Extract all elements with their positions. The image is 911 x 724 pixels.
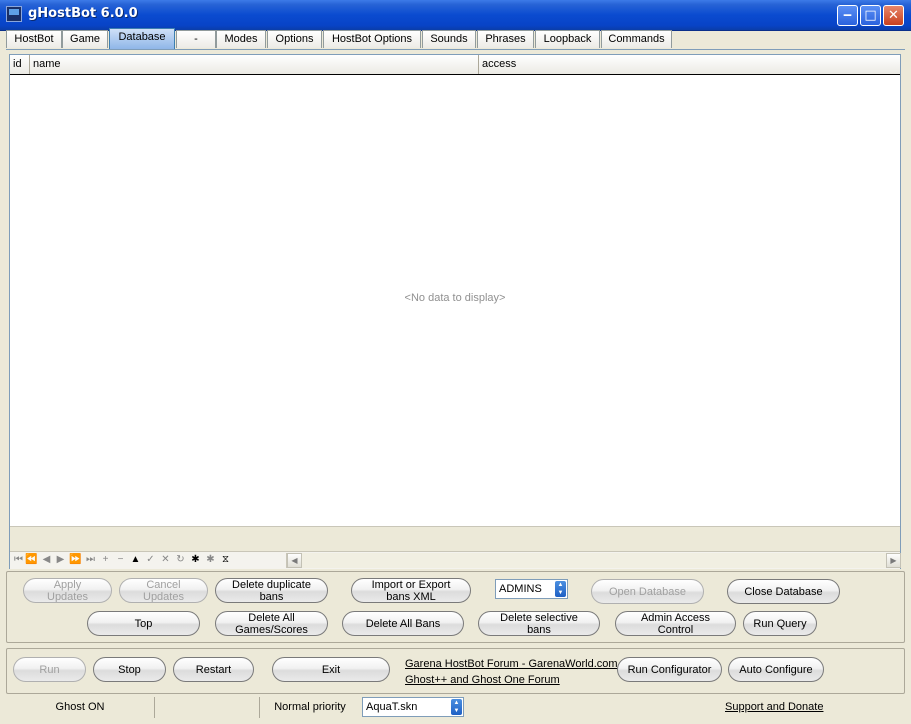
nav-edit-icon[interactable]: ▲	[129, 553, 142, 567]
status-bar: Ghost ON Normal priority AquaT.skn ▲ ▼ Su…	[6, 697, 905, 719]
tab-hostbot-options[interactable]: HostBot Options	[323, 30, 421, 48]
delete-duplicate-bans-button[interactable]: Delete duplicate bans	[215, 578, 328, 603]
nav-goto-bookmark-icon[interactable]: ✱	[204, 553, 217, 567]
delete-duplicate-bans-label-line1: Delete duplicate	[232, 579, 311, 591]
column-header-id[interactable]: id	[10, 55, 30, 74]
tab-commands[interactable]: Commands	[601, 30, 672, 48]
run-configurator-button[interactable]: Run Configurator	[617, 657, 722, 682]
ghost-status: Ghost ON	[6, 697, 155, 718]
garena-forum-link[interactable]: Garena HostBot Forum - GarenaWorld.com	[405, 658, 618, 670]
delete-all-games-label-line1: Delete All	[248, 612, 295, 624]
nav-refresh-icon[interactable]: ↻	[174, 553, 187, 567]
minimize-button[interactable]: ‒	[837, 5, 858, 26]
scroll-right-icon[interactable]: ▶	[886, 553, 901, 568]
cancel-updates-label-line2: Updates	[143, 591, 184, 603]
nav-next-icon[interactable]: ▶	[54, 553, 67, 567]
tab-phrases[interactable]: Phrases	[477, 30, 534, 48]
tab-hostbot[interactable]: HostBot	[6, 30, 62, 48]
scroll-left-icon[interactable]: ◀	[287, 553, 302, 568]
admin-access-control-button[interactable]: Admin Access Control	[615, 611, 736, 636]
database-grid[interactable]: id name access <No data to display> ⏮ ⏪ …	[9, 54, 901, 569]
tab-bar: HostBot Game Database - Modes Options Ho…	[6, 28, 905, 50]
import-export-bans-button[interactable]: Import or Export bans XML	[351, 578, 471, 603]
column-header-access[interactable]: access	[479, 55, 900, 74]
support-donate-link[interactable]: Support and Donate	[725, 701, 823, 713]
admins-select-spinner-icon[interactable]: ▲ ▼	[555, 581, 566, 597]
title-bar[interactable]: gHostBot 6.0.0 ‒ □ ✕	[0, 0, 911, 31]
ghost-forum-link[interactable]: Ghost++ and Ghost One Forum	[405, 674, 560, 686]
run-query-button[interactable]: Run Query	[743, 611, 817, 636]
nav-delete-icon[interactable]: −	[114, 553, 127, 567]
cancel-updates-button[interactable]: Cancel Updates	[119, 578, 208, 603]
delete-duplicate-bans-label-line2: bans	[259, 591, 284, 603]
nav-cancel-icon[interactable]: ✕	[159, 553, 172, 567]
status-spacer	[155, 697, 260, 718]
open-database-button[interactable]: Open Database	[591, 579, 704, 604]
nav-next-page-icon[interactable]: ⏩	[69, 553, 82, 567]
stop-button[interactable]: Stop	[93, 657, 166, 682]
skin-select[interactable]: AquaT.skn ▲ ▼	[362, 697, 464, 717]
tab-modes[interactable]: Modes	[216, 30, 266, 48]
tab-sounds[interactable]: Sounds	[422, 30, 476, 48]
exit-button[interactable]: Exit	[272, 657, 390, 682]
admin-access-control-label-line1: Admin Access	[640, 612, 711, 624]
tab-dash[interactable]: -	[176, 30, 216, 48]
nav-prev-page-icon[interactable]: ⏪	[25, 553, 38, 567]
delete-selective-bans-label-line2: bans	[527, 624, 551, 636]
admins-select-value: ADMINS	[499, 583, 542, 595]
admins-select[interactable]: ADMINS ▲ ▼	[495, 579, 568, 599]
nav-last-icon[interactable]: ⏭	[84, 553, 97, 567]
maximize-button[interactable]: □	[860, 5, 881, 26]
auto-configure-button[interactable]: Auto Configure	[728, 657, 824, 682]
import-export-bans-label-line2: bans XML	[386, 591, 436, 603]
horizontal-scrollbar[interactable]: ◀ ▶	[286, 553, 901, 568]
tab-options[interactable]: Options	[267, 30, 322, 48]
priority-status: Normal priority	[274, 701, 346, 713]
apply-updates-button[interactable]: Apply Updates	[23, 578, 112, 603]
restart-button[interactable]: Restart	[173, 657, 254, 682]
tab-database[interactable]: Database	[109, 28, 175, 49]
apply-updates-label-line2: Updates	[47, 591, 88, 603]
window-title: gHostBot 6.0.0	[28, 6, 138, 21]
skin-select-spinner-icon[interactable]: ▲ ▼	[451, 699, 462, 715]
apply-updates-label-line1: Apply	[53, 579, 82, 591]
delete-all-games-button[interactable]: Delete All Games/Scores	[215, 611, 328, 636]
tab-loopback[interactable]: Loopback	[535, 30, 600, 48]
nav-filter-icon[interactable]: ⧖	[219, 553, 232, 567]
close-button[interactable]: ✕	[883, 5, 904, 26]
nav-first-icon[interactable]: ⏮	[12, 553, 25, 567]
nav-insert-icon[interactable]: +	[99, 553, 112, 567]
cancel-updates-label-line1: Cancel	[146, 579, 181, 591]
import-export-bans-label-line1: Import or Export	[371, 579, 451, 591]
nav-prev-icon[interactable]: ◀	[40, 553, 53, 567]
nav-bookmark-icon[interactable]: ✱	[189, 553, 202, 567]
top-button[interactable]: Top	[87, 611, 200, 636]
delete-all-games-label-line2: Games/Scores	[235, 624, 308, 636]
grid-header: id name access	[10, 55, 900, 75]
grid-footer	[10, 526, 900, 551]
delete-selective-bans-button[interactable]: Delete selective bans	[478, 611, 600, 636]
nav-post-icon[interactable]: ✓	[144, 553, 157, 567]
delete-all-bans-button[interactable]: Delete All Bans	[342, 611, 464, 636]
tab-game[interactable]: Game	[62, 30, 108, 48]
close-database-button[interactable]: Close Database	[727, 579, 840, 604]
column-header-name[interactable]: name	[30, 55, 479, 74]
admin-access-control-label-line2: Control	[657, 624, 694, 636]
run-button[interactable]: Run	[13, 657, 86, 682]
skin-select-value: AquaT.skn	[366, 701, 418, 713]
app-icon	[6, 6, 22, 22]
grid-navigator: ⏮ ⏪ ◀ ▶ ⏩ ⏭ + − ▲ ✓ ✕ ↻ ✱ ✱ ⧖ ◀ ▶	[10, 551, 901, 569]
empty-grid-message: <No data to display>	[404, 292, 506, 304]
delete-selective-bans-label-line1: Delete selective	[500, 612, 578, 624]
